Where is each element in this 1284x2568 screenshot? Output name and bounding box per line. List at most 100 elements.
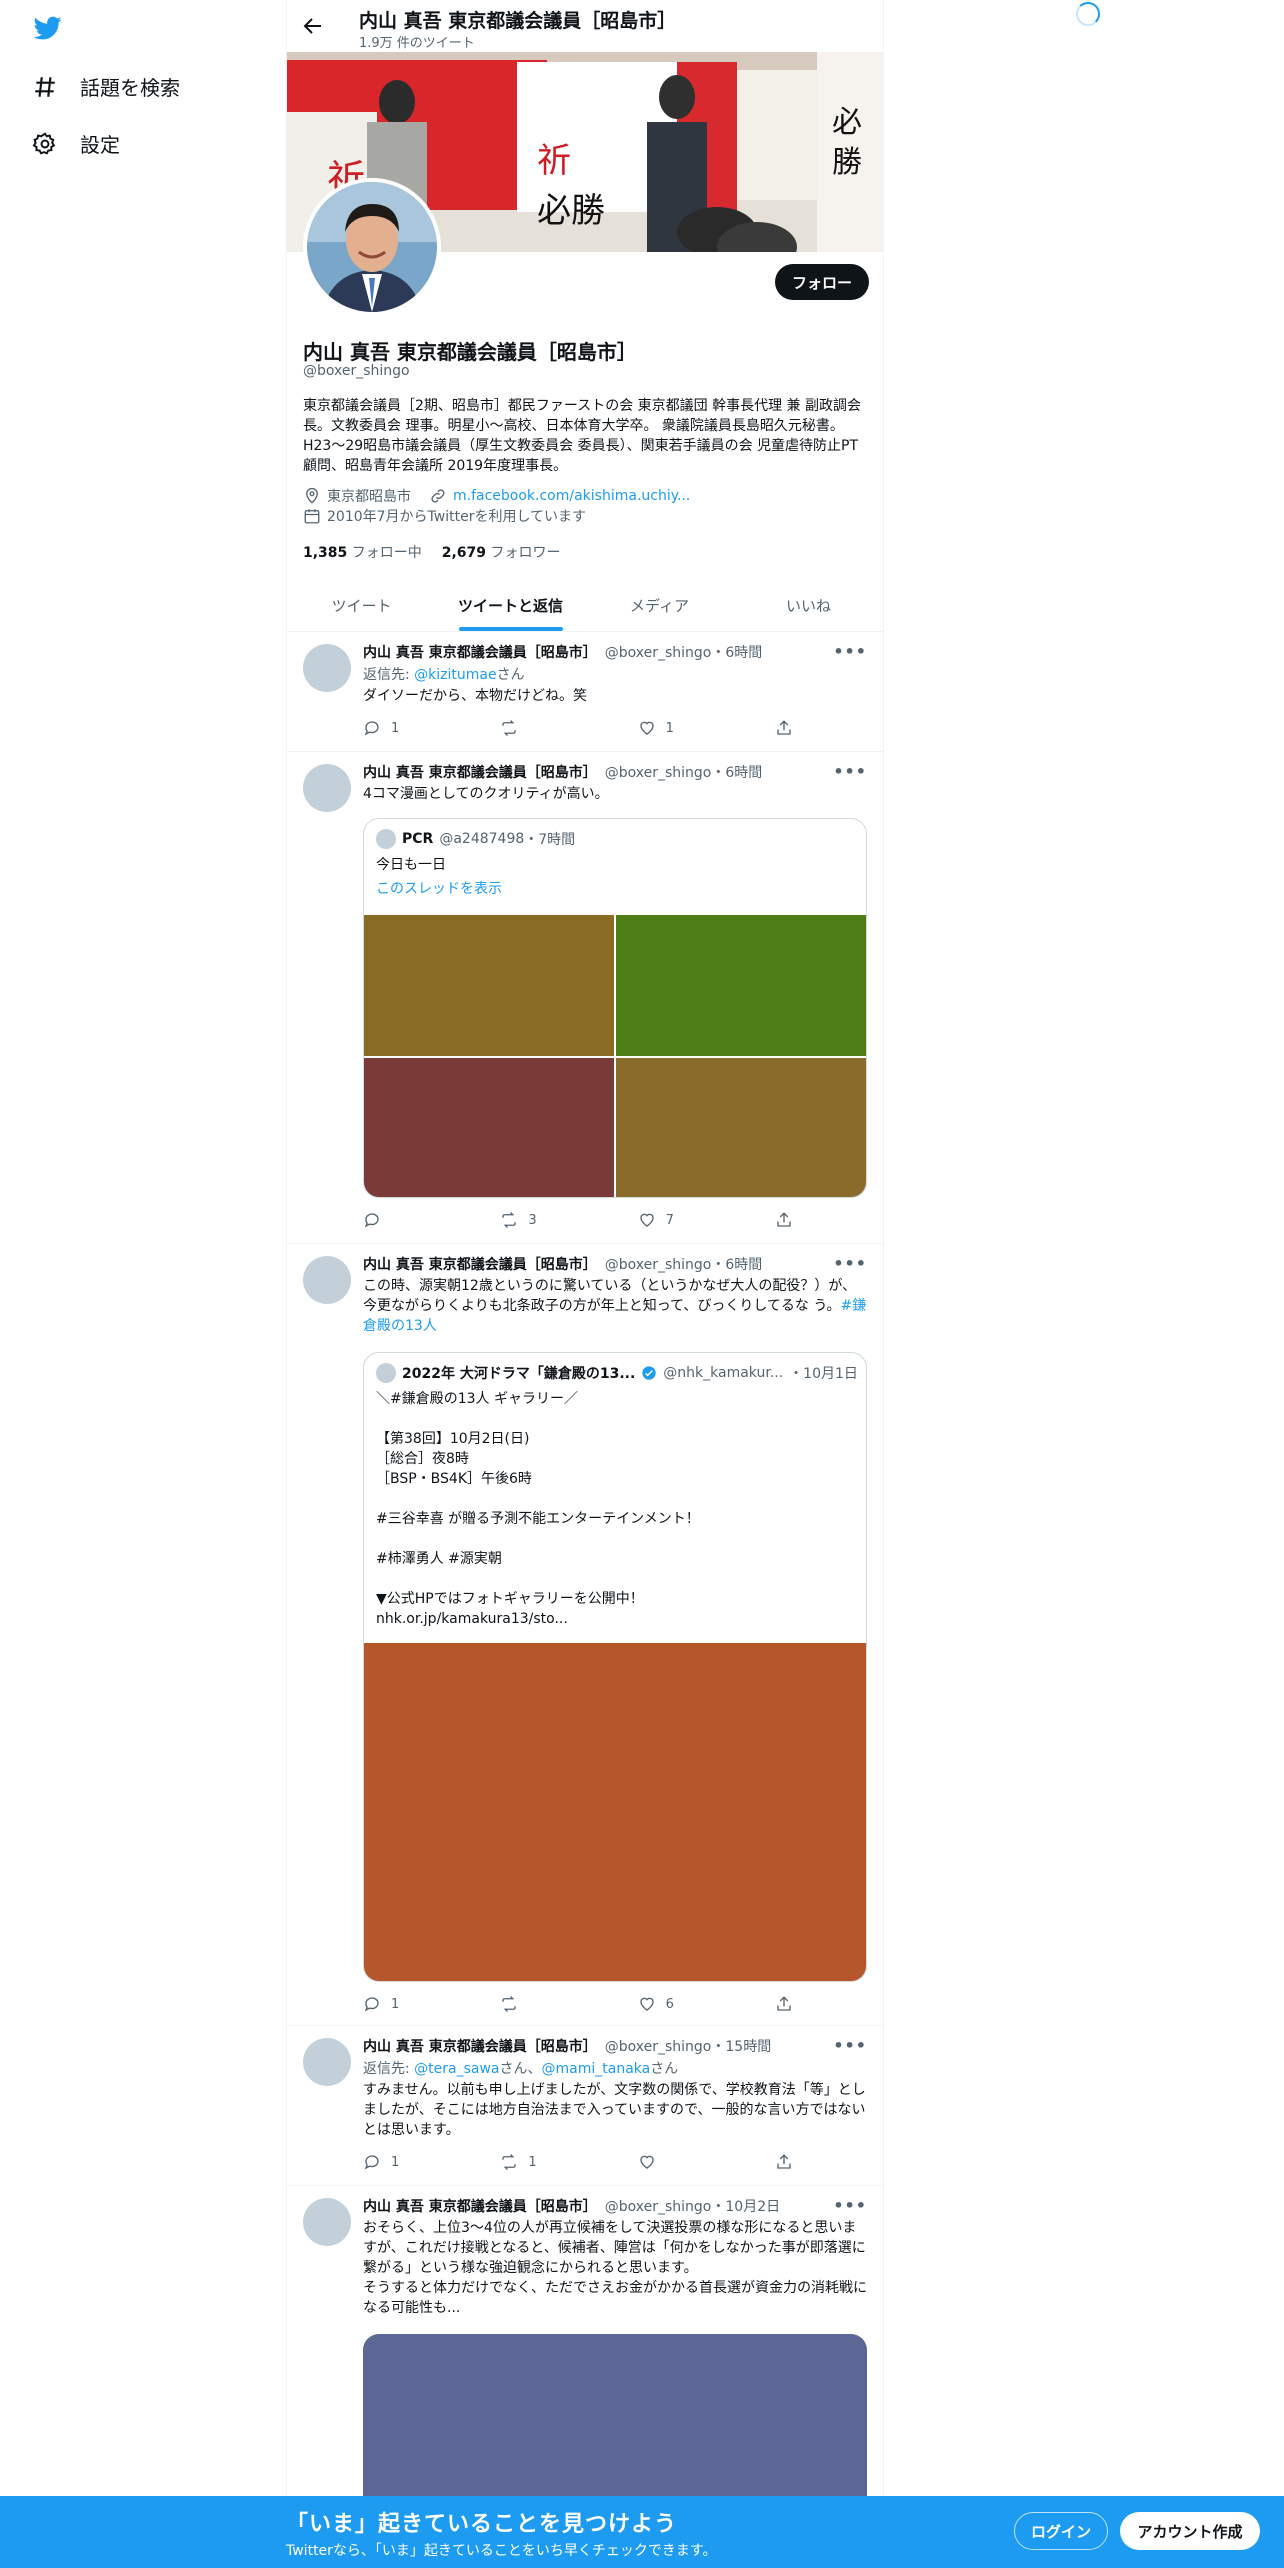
- media-image[interactable]: [616, 915, 866, 1056]
- media-image[interactable]: [616, 1058, 866, 1197]
- tweet-author-handle[interactable]: @boxer_shingo: [605, 1257, 712, 1273]
- reply-mid: さん、: [499, 2061, 542, 2077]
- tab-tweets[interactable]: ツイート: [287, 580, 436, 631]
- tweet-time[interactable]: ・6時間: [711, 642, 762, 662]
- tweet-item[interactable]: 内山 真吾 東京都議会議員［昭島市］ @boxer_shingo ・15時間 ••…: [287, 2026, 883, 2186]
- tab-likes[interactable]: いいね: [734, 580, 883, 631]
- tweet-time[interactable]: ・6時間: [711, 762, 762, 782]
- signup-button[interactable]: アカウント作成: [1120, 2512, 1260, 2550]
- heart-icon: [639, 1997, 654, 2011]
- tweet-item[interactable]: 内山 真吾 東京都議会議員［昭島市］ @boxer_shingo ・6時間 •••…: [287, 1244, 883, 2026]
- following-link[interactable]: 1,385 フォロー中: [303, 542, 422, 562]
- share-button[interactable]: [775, 1211, 795, 1229]
- tweet-text: おそらく、上位3〜4位の人が再立候補をして決選投票の様な形になると思いますが、こ…: [363, 2220, 867, 2316]
- signup-banner: 「いま」起きていることを見つけよう Twitterなら、「いま」起きていることを…: [0, 2496, 1284, 2568]
- login-button[interactable]: ログイン: [1014, 2512, 1108, 2550]
- tweet-text: 4コマ漫画としてのクオリティが高い。: [363, 786, 609, 802]
- retweet-button[interactable]: 1: [500, 2153, 590, 2171]
- like-button[interactable]: 7: [638, 1211, 728, 1229]
- share-button[interactable]: [775, 1995, 795, 2013]
- tweet-author-name[interactable]: 内山 真吾 東京都議会議員［昭島市］: [363, 642, 597, 662]
- media-image[interactable]: [364, 1058, 614, 1197]
- quoted-media-image[interactable]: [364, 1643, 866, 1981]
- quoted-media-grid[interactable]: [364, 915, 866, 1197]
- reply-to-link[interactable]: @tera_sawa: [414, 2061, 499, 2077]
- tab-media[interactable]: メディア: [585, 580, 734, 631]
- tweet-author-name[interactable]: 内山 真吾 東京都議会議員［昭島市］: [363, 762, 597, 782]
- media-image[interactable]: [364, 915, 614, 1056]
- reply-suffix: さん: [650, 2061, 679, 2077]
- tweet-time[interactable]: ・6時間: [711, 1254, 762, 1274]
- tweet-avatar[interactable]: [303, 2198, 351, 2246]
- retweet-button[interactable]: 3: [500, 1211, 590, 1229]
- tweet-actions: 3 7: [363, 1210, 795, 1230]
- tweet-author-handle[interactable]: @boxer_shingo: [605, 2039, 712, 2055]
- reply-icon: [364, 1997, 379, 2012]
- tweet-time[interactable]: ・10月2日: [711, 2196, 780, 2216]
- share-button[interactable]: [775, 2153, 795, 2171]
- more-options-icon[interactable]: •••: [833, 2196, 867, 2215]
- reply-to-line: 返信先: @kizitumaeさん: [363, 664, 525, 684]
- back-arrow-icon[interactable]: [301, 14, 325, 38]
- profile-name: 内山 真吾 東京都議会議員［昭島市］: [303, 340, 637, 364]
- retweet-icon: [502, 1212, 517, 1228]
- heart-icon: [639, 1213, 654, 1227]
- reply-button[interactable]: 1: [363, 1995, 453, 2013]
- nav-explore[interactable]: 話題を検索: [32, 72, 180, 101]
- reply-button[interactable]: [363, 1211, 453, 1229]
- like-button[interactable]: [638, 2153, 728, 2171]
- reply-to-link[interactable]: @kizitumae: [414, 667, 496, 683]
- tweet-item[interactable]: 内山 真吾 東京都議会議員［昭島市］ @boxer_shingo ・6時間 •••…: [287, 752, 883, 1244]
- tab-tweets-and-replies[interactable]: ツイートと返信: [436, 580, 585, 631]
- quoted-tweet[interactable]: PCR @a2487498 ・7時間 今日も一日 このスレッドを表示: [363, 818, 867, 1198]
- tweet-item[interactable]: 内山 真吾 東京都議会議員［昭島市］ @boxer_shingo ・6時間 •••…: [287, 632, 883, 752]
- reply-button[interactable]: 1: [363, 2153, 453, 2171]
- profile-meta-row: 東京都昭島市 m.facebook.com/akishima.uchiy...: [303, 486, 690, 506]
- reply-to-link[interactable]: @mami_tanaka: [542, 2061, 651, 2077]
- more-options-icon[interactable]: •••: [833, 642, 867, 661]
- tweet-avatar[interactable]: [303, 1256, 351, 1304]
- tweet-author-handle[interactable]: @boxer_shingo: [605, 765, 712, 781]
- more-options-icon[interactable]: •••: [833, 1254, 867, 1273]
- profile-website-link[interactable]: m.facebook.com/akishima.uchiy...: [453, 488, 690, 504]
- nav-settings-label: 設定: [80, 133, 120, 157]
- followers-link[interactable]: 2,679 フォロワー: [442, 542, 561, 562]
- tweet-author-handle[interactable]: @boxer_shingo: [605, 645, 712, 661]
- retweet-button[interactable]: [500, 719, 590, 737]
- like-button[interactable]: 1: [638, 719, 728, 737]
- twitter-bird-icon[interactable]: [32, 14, 64, 42]
- header-tweet-count: 1.9万 件のツイート: [359, 36, 475, 51]
- share-button[interactable]: [775, 719, 795, 737]
- more-options-icon[interactable]: •••: [833, 762, 867, 781]
- follow-stats: 1,385 フォロー中 2,679 フォロワー: [303, 542, 561, 562]
- svg-text:祈: 祈: [537, 141, 571, 181]
- show-thread-link[interactable]: このスレッドを表示: [376, 879, 856, 899]
- reply-count: 1: [391, 2154, 400, 2170]
- reply-to-line: 返信先: @tera_sawaさん、@mami_tanakaさん: [363, 2058, 678, 2078]
- like-button[interactable]: 6: [638, 1995, 728, 2013]
- quoted-tweet[interactable]: 2022年 大河ドラマ「鎌倉殿の13... @nhk_kamakur... ・10…: [363, 1352, 867, 1982]
- followers-label: フォロワー: [490, 545, 561, 561]
- tweet-avatar[interactable]: [303, 764, 351, 812]
- reply-suffix: さん: [496, 667, 525, 683]
- tweet-avatar[interactable]: [303, 644, 351, 692]
- tweet-avatar[interactable]: [303, 2038, 351, 2086]
- follow-button[interactable]: フォロー: [775, 264, 869, 300]
- tweet-author-name[interactable]: 内山 真吾 東京都議会議員［昭島市］: [363, 1254, 597, 1274]
- main-column: 内山 真吾 東京都議会議員［昭島市］ 1.9万 件のツイート 祈 祈 必勝 必 …: [286, 0, 884, 2568]
- more-options-icon[interactable]: •••: [833, 2036, 867, 2055]
- verified-badge-icon: [642, 1366, 656, 1380]
- retweet-button[interactable]: [500, 1995, 590, 2013]
- tweet-header: 内山 真吾 東京都議会議員［昭島市］ @boxer_shingo ・6時間: [363, 1254, 863, 1274]
- profile-avatar[interactable]: [303, 178, 441, 316]
- quoted-author-handle: @a2487498: [439, 831, 525, 847]
- quoted-avatar: [376, 1363, 396, 1383]
- tweet-text: この時、源実朝12歳というのに驚いている（というかなぜ大人の配役？）が、今更なが…: [363, 1276, 867, 1336]
- reply-button[interactable]: 1: [363, 719, 453, 737]
- tweet-author-name[interactable]: 内山 真吾 東京都議会議員［昭島市］: [363, 2036, 597, 2056]
- tweet-author-handle[interactable]: @boxer_shingo: [605, 2199, 712, 2215]
- tweet-author-name[interactable]: 内山 真吾 東京都議会議員［昭島市］: [363, 2196, 597, 2216]
- quoted-time: ・10月1日: [789, 1366, 858, 1382]
- nav-settings[interactable]: 設定: [32, 129, 120, 158]
- tweet-time[interactable]: ・15時間: [711, 2036, 771, 2056]
